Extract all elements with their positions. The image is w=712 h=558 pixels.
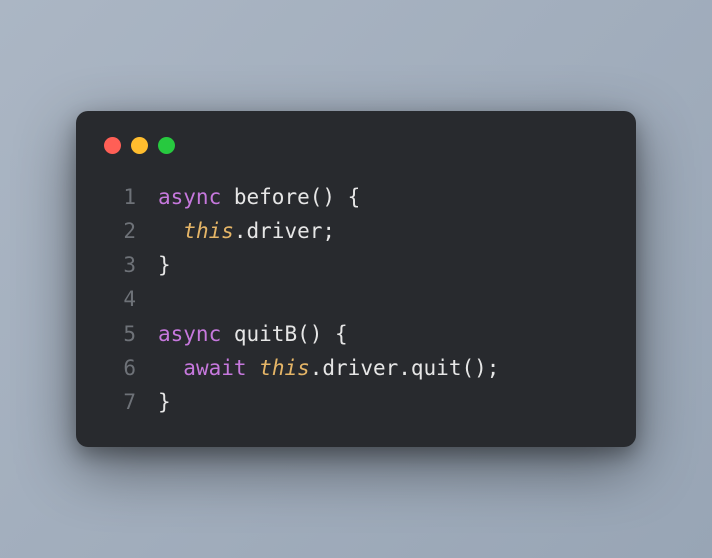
line-number: 7 (104, 385, 136, 419)
code-window: 1 async before() { 2 this.driver; 3 } 4 … (76, 111, 636, 446)
line-number: 6 (104, 351, 136, 385)
code-content: await this.driver.quit(); (158, 351, 499, 385)
minimize-icon[interactable] (131, 137, 148, 154)
code-line: 7 } (104, 385, 608, 419)
code-content: this.driver; (158, 214, 335, 248)
code-line: 3 } (104, 248, 608, 282)
line-number: 5 (104, 317, 136, 351)
line-number: 3 (104, 248, 136, 282)
code-line: 1 async before() { (104, 180, 608, 214)
close-icon[interactable] (104, 137, 121, 154)
maximize-icon[interactable] (158, 137, 175, 154)
code-line: 6 await this.driver.quit(); (104, 351, 608, 385)
code-content: } (158, 248, 171, 282)
code-content: } (158, 385, 171, 419)
code-block: 1 async before() { 2 this.driver; 3 } 4 … (104, 180, 608, 418)
line-number: 4 (104, 282, 136, 316)
code-content: async before() { (158, 180, 360, 214)
titlebar (104, 137, 608, 154)
code-line: 2 this.driver; (104, 214, 608, 248)
code-content: async quitB() { (158, 317, 348, 351)
code-line: 4 (104, 282, 608, 316)
code-line: 5 async quitB() { (104, 317, 608, 351)
line-number: 1 (104, 180, 136, 214)
line-number: 2 (104, 214, 136, 248)
